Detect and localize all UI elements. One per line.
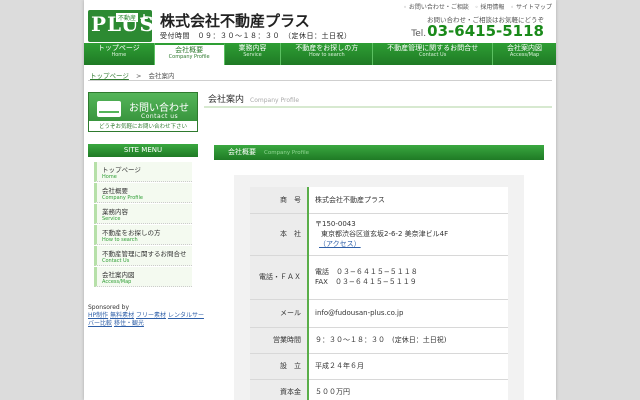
nav-how-to-search[interactable]: 不動産をお探しの方 How to search [281, 43, 374, 65]
site-menu: トップページ Home 会社概要 Company Profile 業務内容 Se… [94, 162, 192, 288]
company-info-panel: 商 号 株式会社不動産プラス 本 社 〒150-0043 東京都渋谷区道玄坂2-… [234, 175, 524, 400]
tel-label: Tel. [411, 29, 427, 39]
nav-sublabel: Access/Map [509, 51, 540, 58]
page-title: 会社案内 Company Profile [208, 92, 299, 105]
row-key: 電話・ＦＡＸ [250, 255, 309, 300]
address: 東京都渋谷区道玄坂2-6-2 美奈津ビル4F [321, 230, 449, 238]
row-value: 〒150-0043 東京都渋谷区道玄坂2-6-2 美奈津ビル4F （アクセス） [308, 213, 508, 256]
logo-small-text: 不動産 [116, 13, 139, 22]
sponsor-link[interactable]: 無料素材 [110, 312, 134, 319]
row-value: 電話 ０３−６４１５−５１１８ FAX ０３−６４１５−５１１９ [308, 255, 508, 300]
menu-label: 会社案内図 [102, 271, 135, 279]
tel-number[interactable]: Tel.03-6415-5118 [411, 22, 544, 40]
row-key: 設 立 [250, 353, 309, 380]
menu-label: 不動産をお探しの方 [102, 229, 161, 237]
company-name: 株式会社不動産プラス [160, 12, 310, 30]
row-key: 商 号 [250, 187, 309, 214]
contact-banner-note: どうぞお気軽にお問い合わせ下さい [89, 121, 197, 131]
sponsor-label: Sponsored by [88, 304, 129, 311]
breadcrumb-current: 会社案内 [148, 72, 175, 80]
page-container: PLUS 不動産 + 株式会社不動産プラス 受付時間 ０９：３０〜１８：３０ （… [84, 0, 556, 400]
site-menu-item-search[interactable]: 不動産をお探しの方 How to search [94, 225, 192, 245]
company-logo[interactable]: PLUS 不動産 + [88, 10, 154, 42]
menu-sublabel: How to search [102, 237, 138, 243]
logo-plus-icon: + [138, 11, 149, 25]
mail-icon [97, 101, 121, 117]
contact-banner[interactable]: お問い合わせ Contact us どうぞお気軽にお問い合わせ下さい [88, 92, 198, 132]
phone: 電話 ０３−６４１５−５１１８ [315, 268, 418, 276]
sponsor-link[interactable]: HP制作 [88, 312, 108, 319]
nav-home[interactable]: トップページ Home [84, 43, 155, 65]
contact-banner-title: お問い合わせ [129, 103, 189, 114]
menu-sublabel: Company Profile [102, 195, 143, 201]
sponsor-link[interactable]: フリー素材 [136, 312, 166, 319]
table-row: 本 社 〒150-0043 東京都渋谷区道玄坂2-6-2 美奈津ビル4F （アク… [250, 213, 508, 256]
row-value: 平成２４年６月 [308, 353, 508, 380]
top-link-sitemap[interactable]: サイトマップ [510, 2, 552, 11]
table-row: メール info@fudousan-plus.co.jp [250, 299, 508, 328]
top-link-recruit[interactable]: 採用情報 [475, 2, 504, 11]
site-menu-item-access[interactable]: 会社案内図 Access/Map [94, 267, 192, 287]
site-menu-item-company[interactable]: 会社概要 Company Profile [94, 183, 192, 203]
site-menu-item-contact[interactable]: 不動産管理に関するお問合せ Contact Us [94, 246, 192, 266]
menu-label: 不動産管理に関するお問合せ [102, 250, 187, 258]
table-row: 設 立 平成２４年６月 [250, 353, 508, 380]
email-value[interactable]: info@fudousan-plus.co.jp [308, 299, 508, 328]
menu-label: トップページ [102, 166, 141, 174]
site-menu-item-home[interactable]: トップページ Home [94, 162, 192, 182]
nav-contact-us[interactable]: 不動産管理に関するお問合せ Contact Us [373, 43, 494, 65]
business-hours: 受付時間 ０９：３０〜１８：３０ （定休日：土日祝） [160, 32, 352, 40]
table-row: 商 号 株式会社不動産プラス [250, 187, 508, 214]
fax: FAX ０３−６４１５−５１１９ [315, 278, 417, 286]
row-key: メール [250, 299, 309, 328]
page-title-text: 会社案内 [208, 95, 245, 105]
divider [204, 106, 552, 108]
tel-value: 03-6415-5118 [427, 22, 544, 40]
postal-code: 〒150-0043 [315, 220, 356, 228]
breadcrumb-separator: > [135, 72, 142, 80]
row-value: ５００万円 [308, 379, 508, 400]
menu-sublabel: Contact Us [102, 258, 130, 264]
nav-sublabel: Home [111, 51, 127, 58]
section-header: 会社概要 Company Profile [214, 145, 544, 160]
global-nav: トップページ Home 会社概要 Company Profile 業務内容 Se… [84, 43, 556, 65]
menu-label: 業務内容 [102, 208, 128, 216]
contact-banner-subtitle: Contact us [141, 113, 179, 120]
breadcrumb-home[interactable]: トップページ [90, 72, 129, 80]
section-title: 会社概要 [228, 148, 256, 156]
company-info-table: 商 号 株式会社不動産プラス 本 社 〒150-0043 東京都渋谷区道玄坂2-… [250, 187, 508, 400]
site-header: PLUS 不動産 + 株式会社不動産プラス 受付時間 ０９：３０〜１８：３０ （… [84, 0, 556, 66]
top-link-contact[interactable]: お問い合わせ・ご相談 [403, 2, 469, 11]
nav-sublabel: Contact Us [419, 51, 447, 58]
sponsor-link[interactable]: 移住・観光 [114, 320, 144, 327]
row-key: 本 社 [250, 213, 309, 256]
menu-label: 会社概要 [102, 187, 128, 195]
nav-sublabel: Company Profile [168, 53, 210, 60]
divider [88, 80, 552, 81]
page-title-en: Company Profile [250, 97, 300, 104]
nav-company-profile[interactable]: 会社概要 Company Profile [154, 43, 225, 65]
nav-service[interactable]: 業務内容 Service [225, 43, 282, 65]
row-value: ９：３０〜１８：３０ (定休日：土日祝) [308, 327, 508, 354]
table-row: 資本金 ５００万円 [250, 379, 508, 400]
row-value: 株式会社不動産プラス [308, 187, 508, 214]
table-row: 電話・ＦＡＸ 電話 ０３−６４１５−５１１８ FAX ０３−６４１５−５１１９ [250, 255, 508, 300]
menu-sublabel: Access/Map [102, 279, 132, 285]
nav-sublabel: How to search [308, 51, 345, 58]
site-menu-title: SITE MENU [88, 144, 198, 157]
menu-sublabel: Service [102, 216, 121, 222]
top-links: お問い合わせ・ご相談 採用情報 サイトマップ [403, 2, 552, 11]
row-key: 資本金 [250, 379, 309, 400]
breadcrumb: トップページ > 会社案内 [90, 70, 174, 80]
access-link[interactable]: （アクセス） [315, 239, 502, 249]
menu-sublabel: Home [102, 174, 117, 180]
row-key: 営業時間 [250, 327, 309, 354]
site-menu-item-service[interactable]: 業務内容 Service [94, 204, 192, 224]
table-row: 営業時間 ９：３０〜１８：３０ (定休日：土日祝) [250, 327, 508, 354]
sponsor-block: Sponsored by HP制作 無料素材 フリー素材 レンタルサーバー比較 … [88, 304, 204, 328]
section-title-en: Company Profile [264, 150, 310, 156]
nav-access-map[interactable]: 会社案内図 Access/Map [493, 43, 556, 65]
nav-sublabel: Service [243, 51, 262, 58]
